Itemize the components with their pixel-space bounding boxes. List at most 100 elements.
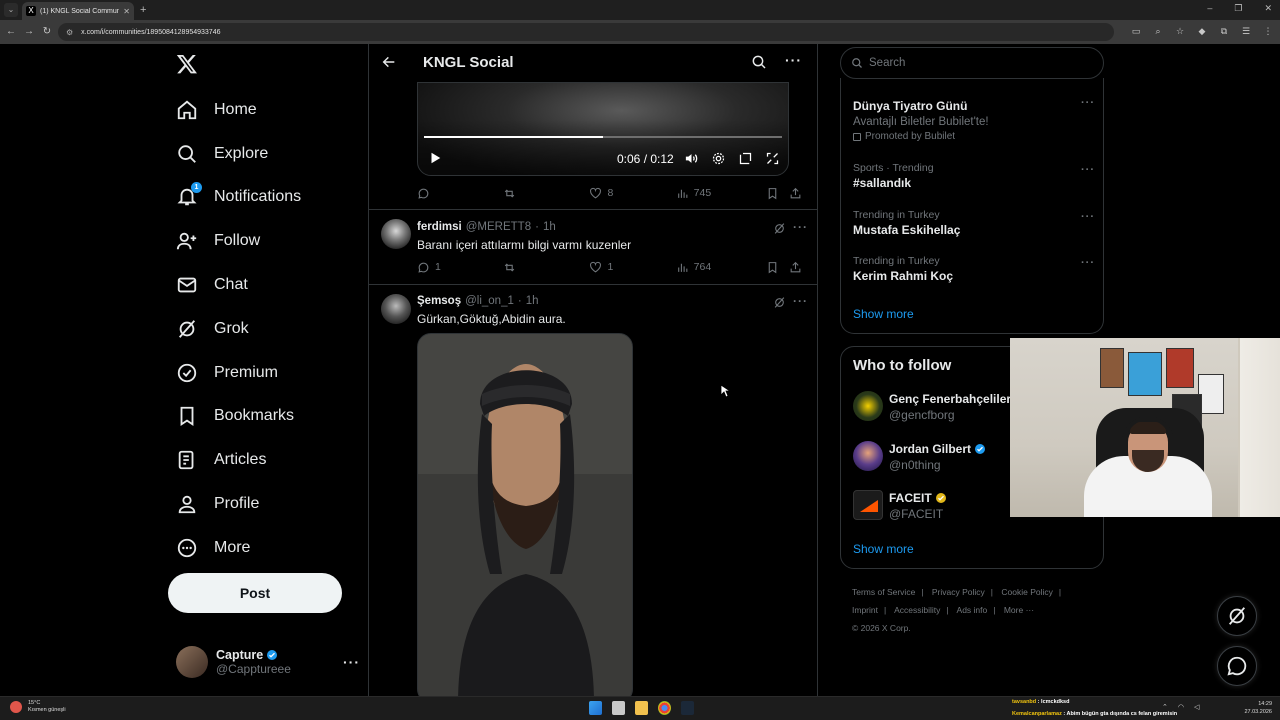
extensions-puzzle-icon[interactable]: ⧉	[1218, 25, 1230, 37]
tab-groups-icon[interactable]: ☰	[1240, 25, 1252, 37]
minimize-button[interactable]: –	[1207, 3, 1212, 14]
trend-more-icon[interactable]: ···	[1081, 211, 1095, 223]
site-info-icon[interactable]: ⚙	[66, 28, 73, 37]
tweet-time[interactable]: 1h	[526, 295, 539, 307]
trend-more-icon[interactable]: ···	[1081, 97, 1095, 109]
reload-icon[interactable]: ↻	[40, 25, 54, 39]
repost-button[interactable]	[503, 261, 589, 274]
nav-bookmarks[interactable]: Bookmarks	[168, 395, 368, 439]
avatar[interactable]	[381, 294, 411, 324]
post-button[interactable]: Post	[168, 573, 342, 613]
fullscreen-icon[interactable]	[765, 151, 780, 166]
grok-fab-button[interactable]	[1217, 596, 1257, 636]
trends-show-more-link[interactable]: Show more	[853, 307, 914, 321]
like-button[interactable]: 1	[589, 261, 675, 274]
reply-button[interactable]: 1	[417, 261, 503, 274]
chat-fab-button[interactable]	[1217, 646, 1257, 686]
wifi-icon[interactable]: ◠	[1178, 703, 1184, 711]
address-bar[interactable]: ⚙ x.com/i/communities/189508412895493374…	[58, 23, 1114, 41]
weather-widget[interactable]: 15°C Kısmen güneşli	[10, 700, 66, 714]
tweet-author-handle[interactable]: @li_on_1	[465, 295, 514, 307]
play-icon[interactable]	[428, 151, 442, 165]
views-button[interactable]: 745	[676, 187, 766, 200]
tweet-author-name[interactable]: ferdimsi	[417, 221, 462, 233]
nav-notifications[interactable]: 1 Notifications	[168, 176, 368, 220]
trend-item[interactable]: Trending in Turkey Mustafa Eskihellaç ··…	[853, 209, 1095, 237]
browser-tab[interactable]: X (1) KNGL Social Community / X ✕	[22, 2, 134, 20]
footer-link[interactable]: Ads info	[957, 605, 988, 615]
steam-icon[interactable]	[681, 701, 694, 715]
file-explorer-icon[interactable]	[635, 701, 648, 715]
trend-item[interactable]: Sports · Trending #sallandık ···	[853, 162, 1095, 190]
footer-link[interactable]: Accessibility	[894, 605, 940, 615]
grok-icon[interactable]	[773, 296, 786, 309]
trend-more-icon[interactable]: ···	[1081, 257, 1095, 269]
forward-icon[interactable]: →	[22, 25, 36, 39]
footer-link[interactable]: Terms of Service	[852, 587, 915, 597]
trend-item[interactable]: Trending in Turkey Kerim Rahmi Koç ···	[853, 255, 1095, 283]
video-progress-bar[interactable]	[424, 136, 782, 138]
new-tab-button[interactable]: +	[140, 3, 146, 17]
nav-more[interactable]: More	[168, 526, 368, 570]
back-arrow-icon[interactable]	[381, 54, 397, 70]
trend-more-icon[interactable]: ···	[1081, 164, 1095, 176]
nav-grok[interactable]: Grok	[168, 307, 368, 351]
speaker-icon[interactable]: ◁	[1194, 703, 1199, 711]
share-button[interactable]	[789, 187, 805, 200]
zoom-icon[interactable]: ⌕	[1152, 25, 1164, 37]
repost-button[interactable]	[503, 187, 589, 200]
tab-search-button[interactable]: ⌄	[4, 3, 18, 17]
settings-gear-icon[interactable]	[711, 151, 726, 166]
footer-link[interactable]: Imprint	[852, 605, 878, 615]
nav-home[interactable]: Home	[168, 88, 368, 132]
video-player[interactable]: 0:06 / 0:12	[417, 82, 789, 176]
trend-item[interactable]: Dünya Tiyatro Günü Avantajlı Biletler Bu…	[853, 97, 1095, 142]
avatar[interactable]	[381, 219, 411, 249]
bookmark-button[interactable]	[766, 261, 790, 274]
like-button[interactable]: 8	[589, 187, 675, 200]
account-switcher[interactable]: Capture @Capptureee ···	[176, 644, 360, 680]
search-box[interactable]	[840, 47, 1104, 79]
tweet-author-handle[interactable]: @MERETT8	[466, 221, 531, 233]
taskbar-clock[interactable]: 14:29 27.03.2026	[1244, 700, 1272, 716]
reply-button[interactable]	[417, 187, 503, 200]
profile-menu-icon[interactable]: ⋮	[1262, 25, 1274, 37]
nav-articles[interactable]: Articles	[168, 438, 368, 482]
tweet-more-icon[interactable]: ···	[793, 294, 808, 308]
bookmark-star-icon[interactable]: ☆	[1174, 25, 1186, 37]
install-app-icon[interactable]: ▭	[1130, 25, 1142, 37]
tweet-time[interactable]: 1h	[543, 221, 556, 233]
tray-chevron-icon[interactable]: ⌃	[1162, 703, 1168, 711]
footer-link[interactable]: More ···	[1004, 605, 1034, 615]
task-view-icon[interactable]	[612, 701, 625, 715]
picture-in-picture-icon[interactable]	[738, 151, 753, 166]
follow-show-more-link[interactable]: Show more	[853, 542, 914, 556]
grok-icon[interactable]	[773, 222, 786, 235]
nav-follow[interactable]: Follow	[168, 219, 368, 263]
x-logo-icon[interactable]	[176, 53, 198, 75]
close-tab-icon[interactable]: ✕	[123, 7, 130, 16]
share-button[interactable]	[789, 261, 805, 274]
nav-explore[interactable]: Explore	[168, 132, 368, 176]
search-input[interactable]	[869, 57, 1069, 69]
tweet-more-icon[interactable]: ···	[793, 220, 808, 234]
search-icon[interactable]	[751, 54, 767, 70]
nav-chat[interactable]: Chat	[168, 263, 368, 307]
close-window-button[interactable]: ✕	[1264, 3, 1272, 14]
windows-start-icon[interactable]	[589, 701, 602, 715]
maximize-button[interactable]: ❐	[1234, 3, 1242, 14]
extension-icon[interactable]: ◆	[1196, 25, 1208, 37]
bookmark-button[interactable]	[766, 187, 790, 200]
header-more-icon[interactable]: ···	[785, 52, 802, 68]
tweet-author-name[interactable]: Şemsoş	[417, 295, 461, 307]
back-icon[interactable]: ←	[4, 25, 18, 39]
tweet-photo[interactable]	[417, 333, 633, 696]
nav-profile[interactable]: Profile	[168, 482, 368, 526]
nav-premium[interactable]: Premium	[168, 351, 368, 395]
account-more-icon[interactable]: ···	[343, 654, 360, 670]
chrome-icon[interactable]	[658, 701, 671, 715]
views-button[interactable]: 764	[676, 261, 766, 274]
footer-link[interactable]: Cookie Policy	[1001, 587, 1053, 597]
volume-icon[interactable]	[684, 151, 699, 166]
footer-link[interactable]: Privacy Policy	[932, 587, 985, 597]
